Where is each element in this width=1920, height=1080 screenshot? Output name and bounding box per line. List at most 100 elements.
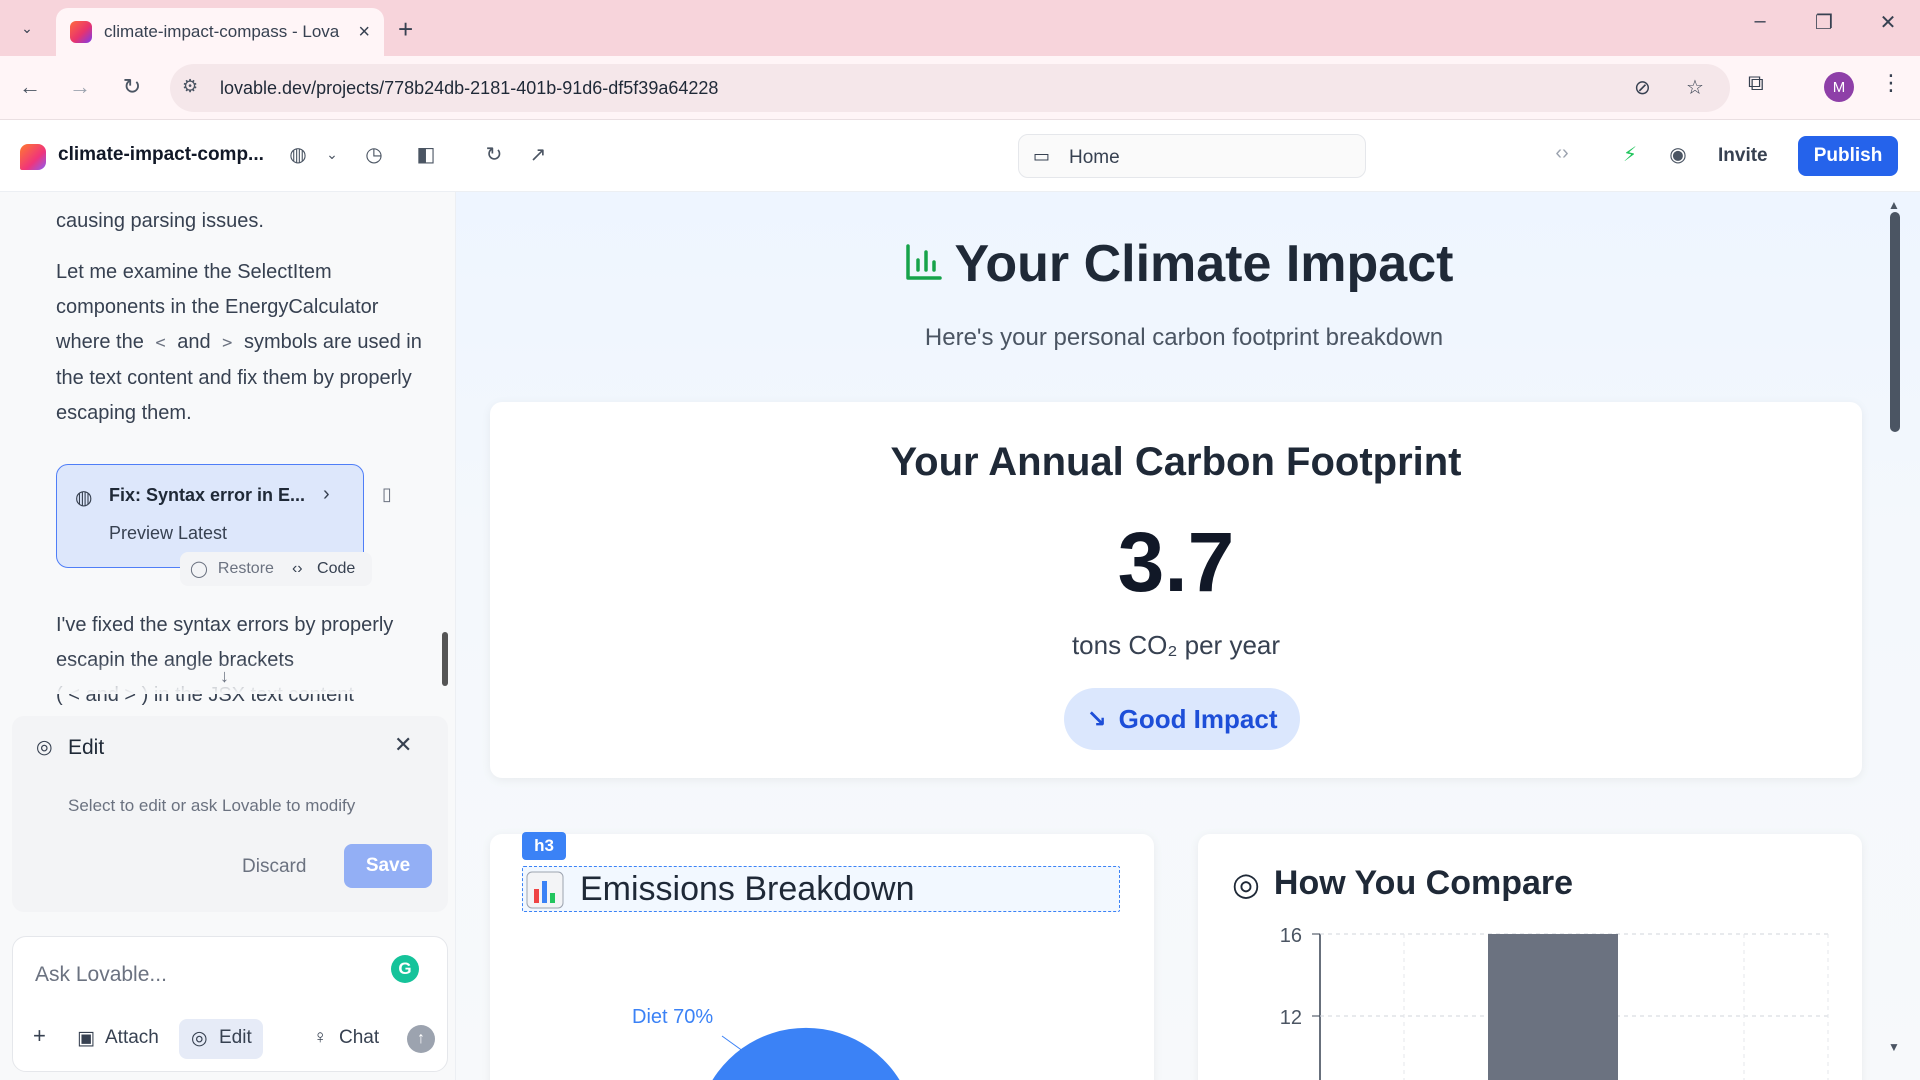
trending-down-icon: ↘ (1086, 705, 1107, 733)
emissions-title[interactable]: Emissions Breakdown (522, 870, 914, 909)
edit-target-icon: ◎ (191, 1028, 208, 1049)
code-view-icon[interactable]: ‹› (1548, 142, 1576, 165)
minimize-icon[interactable]: – (1740, 10, 1780, 33)
chevron-right-icon[interactable]: › (323, 483, 330, 506)
chat-panel: causing parsing issues. Let me examine t… (0, 192, 456, 1080)
chat-mode-button[interactable]: Chat (339, 1027, 379, 1049)
footprint-unit: tons CO₂ per year (1071, 630, 1281, 660)
edit-panel: ◎ Edit ✕ Select to edit or ask Lovable t… (12, 716, 448, 912)
lightbulb-icon: ♀ (313, 1027, 328, 1048)
edit-mode-label: Edit (219, 1027, 252, 1048)
page-subtitle: Here's your personal carbon footprint br… (924, 324, 1444, 351)
page-selector-value: Home (1069, 147, 1120, 168)
chart-emoji-icon (526, 871, 564, 908)
chat-paragraph: Let me examine the SelectItem components… (56, 255, 426, 431)
element-tag-badge: h3 (522, 832, 566, 860)
close-window-icon[interactable]: ✕ (1868, 10, 1908, 35)
restore-window-icon[interactable]: ❐ (1804, 10, 1844, 35)
bookmark-star-icon[interactable]: ☆ (1686, 75, 1704, 100)
impact-badge: ↘ Good Impact (1064, 688, 1300, 750)
tab-title: climate-impact-compass - Lova (104, 22, 340, 41)
preview-scrollbar-thumb[interactable] (1890, 212, 1900, 432)
reload-icon[interactable]: ↻ (116, 74, 148, 100)
top-fade (0, 192, 440, 216)
plus-icon[interactable]: + (33, 1023, 46, 1049)
open-external-icon[interactable]: ↗ (524, 142, 552, 167)
page-title: Your Climate Impact (954, 235, 1454, 293)
close-icon[interactable]: ✕ (394, 732, 412, 758)
chat-scrollbar-thumb[interactable] (442, 632, 448, 686)
footprint-card: Your Annual Carbon Footprint 3.7 tons CO… (490, 402, 1862, 778)
tab-search-button[interactable]: ⌄ (10, 12, 44, 44)
monitor-icon: ▭ (1033, 146, 1051, 166)
lovable-logo-icon[interactable] (20, 144, 46, 170)
browser-tab-active[interactable]: climate-impact-compass - Lova × (56, 8, 384, 56)
image-icon: ▣ (77, 1028, 95, 1049)
profile-avatar[interactable]: M (1824, 72, 1854, 102)
footprint-value: 3.7 (1117, 515, 1235, 609)
ask-input[interactable]: Ask Lovable... (35, 963, 167, 987)
grammarly-icon[interactable]: G (391, 955, 419, 983)
y-tick-label: 16 (1280, 925, 1302, 947)
globe-icon[interactable]: ◍ (284, 142, 312, 167)
compare-bar[interactable] (1488, 934, 1618, 1080)
discard-button[interactable]: Discard (242, 856, 306, 878)
browser-nav-row: ← → ↻ ⚙ lovable.dev/projects/778b24db-21… (0, 56, 1920, 120)
scroll-up-arrow-icon[interactable]: ▲ (1888, 198, 1900, 212)
app-toolbar: climate-impact-comp... ◍ ⌄ ◷ ◧ ↻ ↗ ▭ Hom… (0, 120, 1920, 192)
invite-button[interactable]: Invite (1706, 136, 1780, 176)
extensions-icon[interactable]: ⧉ (1748, 70, 1764, 96)
project-name[interactable]: climate-impact-comp... (58, 144, 264, 166)
restore-icon[interactable]: ◯ (190, 559, 208, 579)
chat-text: and (177, 331, 211, 353)
bookmark-icon[interactable]: ▯ (382, 484, 392, 505)
chevron-down-icon[interactable]: ⌄ (318, 146, 346, 163)
scroll-down-arrow-icon[interactable]: ▼ (1888, 1040, 1900, 1054)
pie-slice-diet[interactable] (702, 1027, 910, 1080)
eye-off-icon[interactable]: ⊘ (1634, 75, 1651, 100)
emissions-title-text: Emissions Breakdown (580, 870, 915, 908)
refresh-preview-icon[interactable]: ↻ (480, 142, 508, 167)
supabase-bolt-icon[interactable]: ⚡ (1616, 142, 1644, 167)
history-icon[interactable]: ◷ (360, 142, 388, 167)
attach-button[interactable]: Attach (105, 1027, 159, 1049)
address-bar[interactable]: ⚙ lovable.dev/projects/778b24db-2181-401… (170, 64, 1730, 112)
new-tab-button[interactable]: + (398, 14, 413, 45)
fix-card-title: Fix: Syntax error in E... (109, 485, 306, 505)
edit-target-icon: ◎ (36, 737, 53, 758)
inline-code: > (222, 333, 233, 353)
send-button[interactable]: ↑ (407, 1025, 435, 1053)
site-settings-icon[interactable]: ⚙ (182, 76, 198, 97)
impact-badge-label: Good Impact (1118, 703, 1278, 734)
scroll-down-arrow-icon[interactable]: ↓ (220, 666, 229, 687)
publish-button[interactable]: Publish (1798, 136, 1898, 176)
code-button[interactable]: ‹› Code (292, 560, 355, 578)
target-icon: ◎ (1232, 865, 1260, 902)
browser-menu-icon[interactable]: ⋮ (1880, 70, 1902, 96)
globe-icon: ◍ (75, 487, 93, 509)
ask-actions: + ▣ Attach ◎ Edit ♀ Chat ↑ (13, 1019, 449, 1059)
footprint-title: Your Annual Carbon Footprint (890, 440, 1462, 484)
browser-tab-strip: ⌄ climate-impact-compass - Lova × + – ❐ … (0, 0, 1920, 56)
fix-card-subtitle: Preview Latest (109, 523, 228, 543)
fix-card-actions: ◯ Restore ‹› Code (180, 552, 372, 586)
url-text[interactable]: lovable.dev/projects/778b24db-2181-401b-… (220, 78, 718, 99)
forward-icon[interactable]: → (64, 74, 96, 100)
save-button[interactable]: Save (344, 844, 432, 888)
chat-messages: causing parsing issues. Let me examine t… (56, 192, 426, 447)
code-button-label: Code (317, 560, 356, 577)
app-preview: Your Climate Impact Here's your personal… (456, 192, 1920, 1080)
restore-button[interactable]: Restore (218, 560, 274, 578)
inline-code: < (155, 333, 166, 353)
github-icon[interactable]: ◉ (1664, 142, 1692, 167)
sidebar-toggle-icon[interactable]: ◧ (412, 142, 440, 167)
preview-scrollbar[interactable]: ▲ ▼ (1888, 198, 1900, 1054)
y-tick-label: 12 (1280, 1007, 1302, 1029)
tab-close-icon[interactable]: × (358, 21, 370, 44)
compare-title-text: How You Compare (1273, 864, 1574, 902)
ask-lovable-box[interactable]: Ask Lovable... G + ▣ Attach ◎ Edit ♀ Cha… (12, 936, 448, 1072)
back-icon[interactable]: ← (14, 74, 46, 100)
compare-title: ◎ How You Compare (1232, 864, 1573, 903)
edit-panel-title: Edit (68, 736, 105, 759)
page-selector[interactable]: ▭ Home (1018, 134, 1366, 178)
